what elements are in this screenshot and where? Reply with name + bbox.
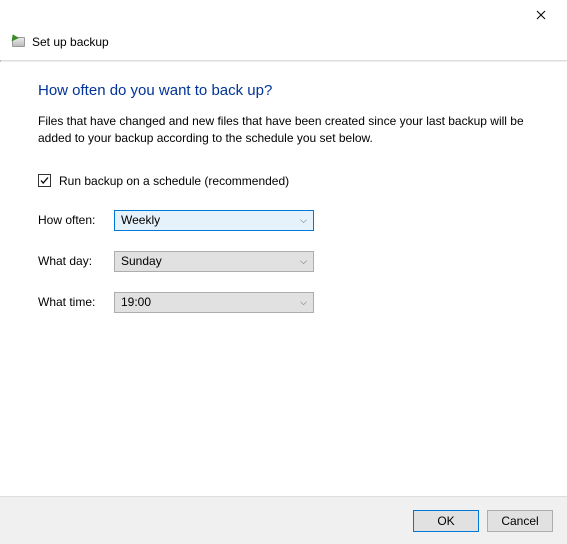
titlebar <box>0 0 567 30</box>
page-description: Files that have changed and new files th… <box>38 113 529 148</box>
window-header: Set up backup <box>0 30 567 60</box>
check-icon <box>39 175 50 186</box>
how-often-value: Weekly <box>121 213 160 227</box>
how-often-row: How often: Weekly ⌵ <box>38 210 529 231</box>
what-time-label: What time: <box>38 295 114 309</box>
chevron-down-icon: ⌵ <box>300 256 307 267</box>
how-often-select[interactable]: Weekly ⌵ <box>114 210 314 231</box>
schedule-checkbox-row: Run backup on a schedule (recommended) <box>38 174 529 188</box>
close-icon <box>536 10 546 20</box>
content-area: How often do you want to back up? Files … <box>0 62 567 343</box>
what-day-row: What day: Sunday ⌵ <box>38 251 529 272</box>
run-on-schedule-checkbox[interactable] <box>38 174 51 187</box>
close-button[interactable] <box>521 3 561 27</box>
run-on-schedule-label: Run backup on a schedule (recommended) <box>59 174 289 188</box>
what-day-value: Sunday <box>121 254 162 268</box>
how-often-label: How often: <box>38 213 114 227</box>
backup-icon <box>10 34 26 50</box>
what-day-select[interactable]: Sunday ⌵ <box>114 251 314 272</box>
what-time-row: What time: 19:00 ⌵ <box>38 292 529 313</box>
chevron-down-icon: ⌵ <box>300 215 307 226</box>
ok-button[interactable]: OK <box>413 510 479 532</box>
what-time-value: 19:00 <box>121 295 151 309</box>
page-heading: How often do you want to back up? <box>38 82 529 99</box>
chevron-down-icon: ⌵ <box>300 297 307 308</box>
what-time-select[interactable]: 19:00 ⌵ <box>114 292 314 313</box>
dialog-footer: OK Cancel <box>0 496 567 544</box>
cancel-button[interactable]: Cancel <box>487 510 553 532</box>
what-day-label: What day: <box>38 254 114 268</box>
window-title: Set up backup <box>32 35 109 49</box>
